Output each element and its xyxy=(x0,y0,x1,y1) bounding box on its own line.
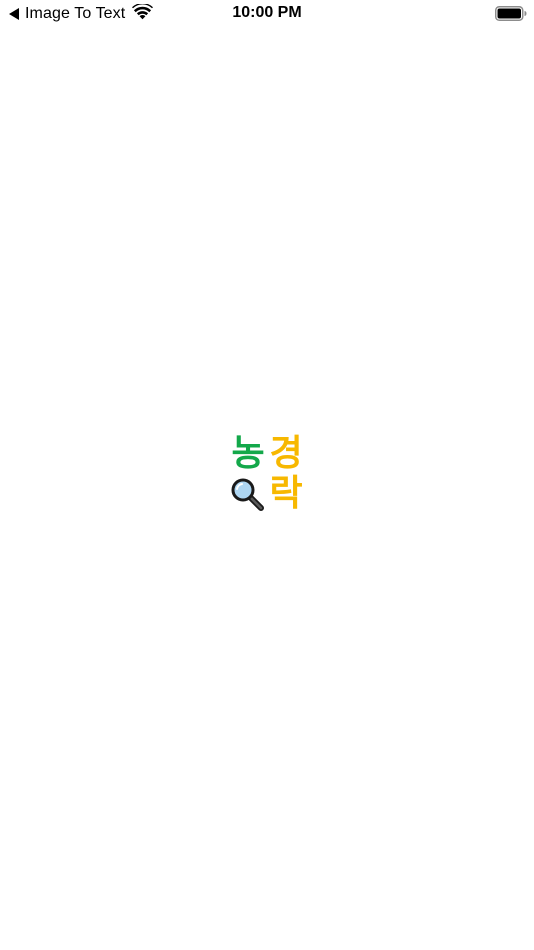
logo-char-top-right: 경 xyxy=(269,433,303,474)
splash-screen: Image To Text 10:00 PM 농 경 락 xyxy=(0,0,534,950)
magnifier-icon xyxy=(231,478,264,511)
status-bar: Image To Text 10:00 PM xyxy=(0,0,534,28)
app-logo: 농 경 락 xyxy=(229,434,305,514)
logo-char-top-left: 농 xyxy=(231,433,265,474)
battery-full-icon xyxy=(495,6,527,21)
status-time: 10:00 PM xyxy=(232,4,302,21)
logo-char-bottom-right: 락 xyxy=(269,473,303,514)
